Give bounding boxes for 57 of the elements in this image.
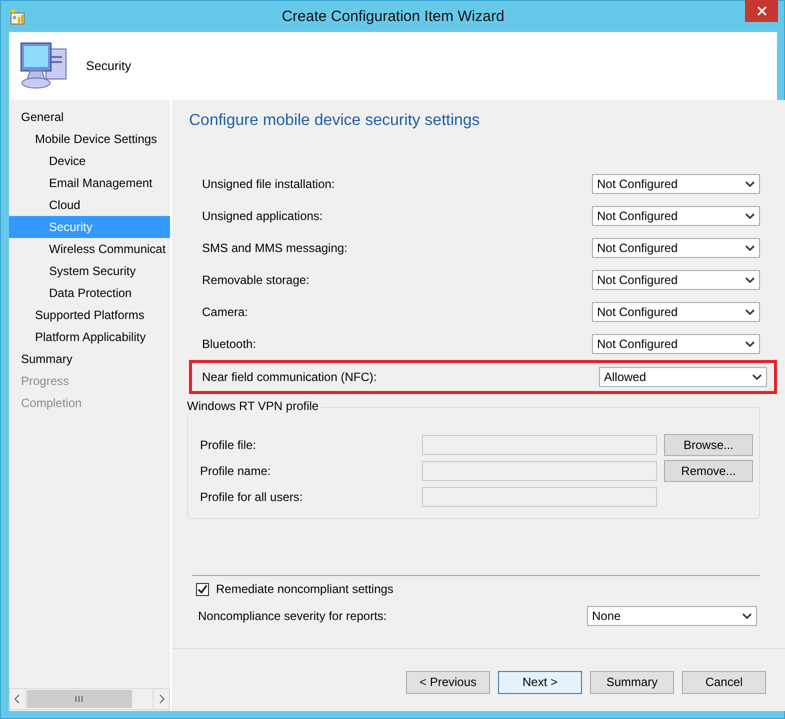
tree-item[interactable]: Mobile Device Settings <box>9 128 170 150</box>
chevron-down-icon <box>745 340 755 348</box>
horizontal-scrollbar[interactable] <box>9 688 170 710</box>
page-title: Configure mobile device security settings <box>189 112 481 130</box>
tree-item[interactable]: Platform Applicability <box>9 326 170 348</box>
group-title: Windows RT VPN profile <box>187 399 321 413</box>
tree-item[interactable]: Data Protection <box>9 282 170 304</box>
checkbox[interactable] <box>196 582 209 596</box>
dropdown[interactable]: Not Configured <box>592 302 760 322</box>
wizard-icon <box>9 8 27 26</box>
tree-item[interactable]: Cloud <box>9 194 170 216</box>
tree-item[interactable]: Wireless Communicat <box>9 238 170 260</box>
tree-item[interactable]: System Security <box>9 260 170 282</box>
severity-label: Noncompliance severity for reports: <box>198 609 387 623</box>
dropdown[interactable]: Not Configured <box>592 206 760 226</box>
setting-label: Bluetooth: <box>202 337 256 351</box>
input-field[interactable] <box>422 461 657 481</box>
page-header-title: Security <box>86 59 132 73</box>
wizard-button[interactable]: Next > <box>498 670 582 694</box>
dropdown[interactable]: Not Configured <box>592 270 760 290</box>
setting-label: SMS and MMS messaging: <box>202 241 348 255</box>
dropdown[interactable]: Not Configured <box>592 174 760 194</box>
chevron-down-icon <box>745 308 755 316</box>
wizard-button[interactable]: Cancel <box>682 670 766 694</box>
wizard-button[interactable]: < Previous <box>406 670 490 694</box>
setting-label: Unsigned applications: <box>202 209 323 223</box>
checkbox-label[interactable]: Remediate noncompliant settings <box>216 582 394 596</box>
tree-item[interactable]: General <box>9 106 170 128</box>
close-icon <box>756 6 766 16</box>
field-label: Profile file: <box>200 438 258 452</box>
chevron-down-icon <box>745 180 755 188</box>
chevron-down-icon <box>745 244 755 252</box>
setting-label: Unsigned file installation: <box>202 177 335 191</box>
tree-item[interactable]: Supported Platforms <box>9 304 170 326</box>
window-title: Create Configuration Item Wizard <box>280 8 506 25</box>
close-button[interactable] <box>745 0 778 22</box>
field-label: Profile for all users: <box>200 490 304 504</box>
setting-label: Removable storage: <box>202 273 310 287</box>
tree-item[interactable]: Email Management <box>9 172 170 194</box>
chevron-down-icon <box>752 374 762 380</box>
chevron-down-icon <box>742 612 752 620</box>
dropdown[interactable]: Not Configured <box>592 334 760 354</box>
tree-item[interactable]: Device <box>9 150 170 172</box>
setting-label: Camera: <box>202 305 248 319</box>
chevron-down-icon <box>745 276 755 284</box>
dropdown[interactable]: Allowed <box>599 367 767 387</box>
input-field[interactable] <box>422 487 657 507</box>
setting-label: Near field communication (NFC): <box>202 370 377 384</box>
dropdown[interactable]: Not Configured <box>592 238 760 258</box>
field-label: Profile name: <box>200 464 272 478</box>
tree-item[interactable]: Summary <box>9 348 170 370</box>
wizard-button[interactable]: Summary <box>590 670 674 694</box>
profile-button[interactable]: Browse... <box>664 434 753 456</box>
input-field[interactable] <box>422 435 657 455</box>
profile-button[interactable]: Remove... <box>664 460 753 482</box>
dropdown[interactable]: None <box>587 606 757 626</box>
chevron-down-icon <box>745 212 755 220</box>
